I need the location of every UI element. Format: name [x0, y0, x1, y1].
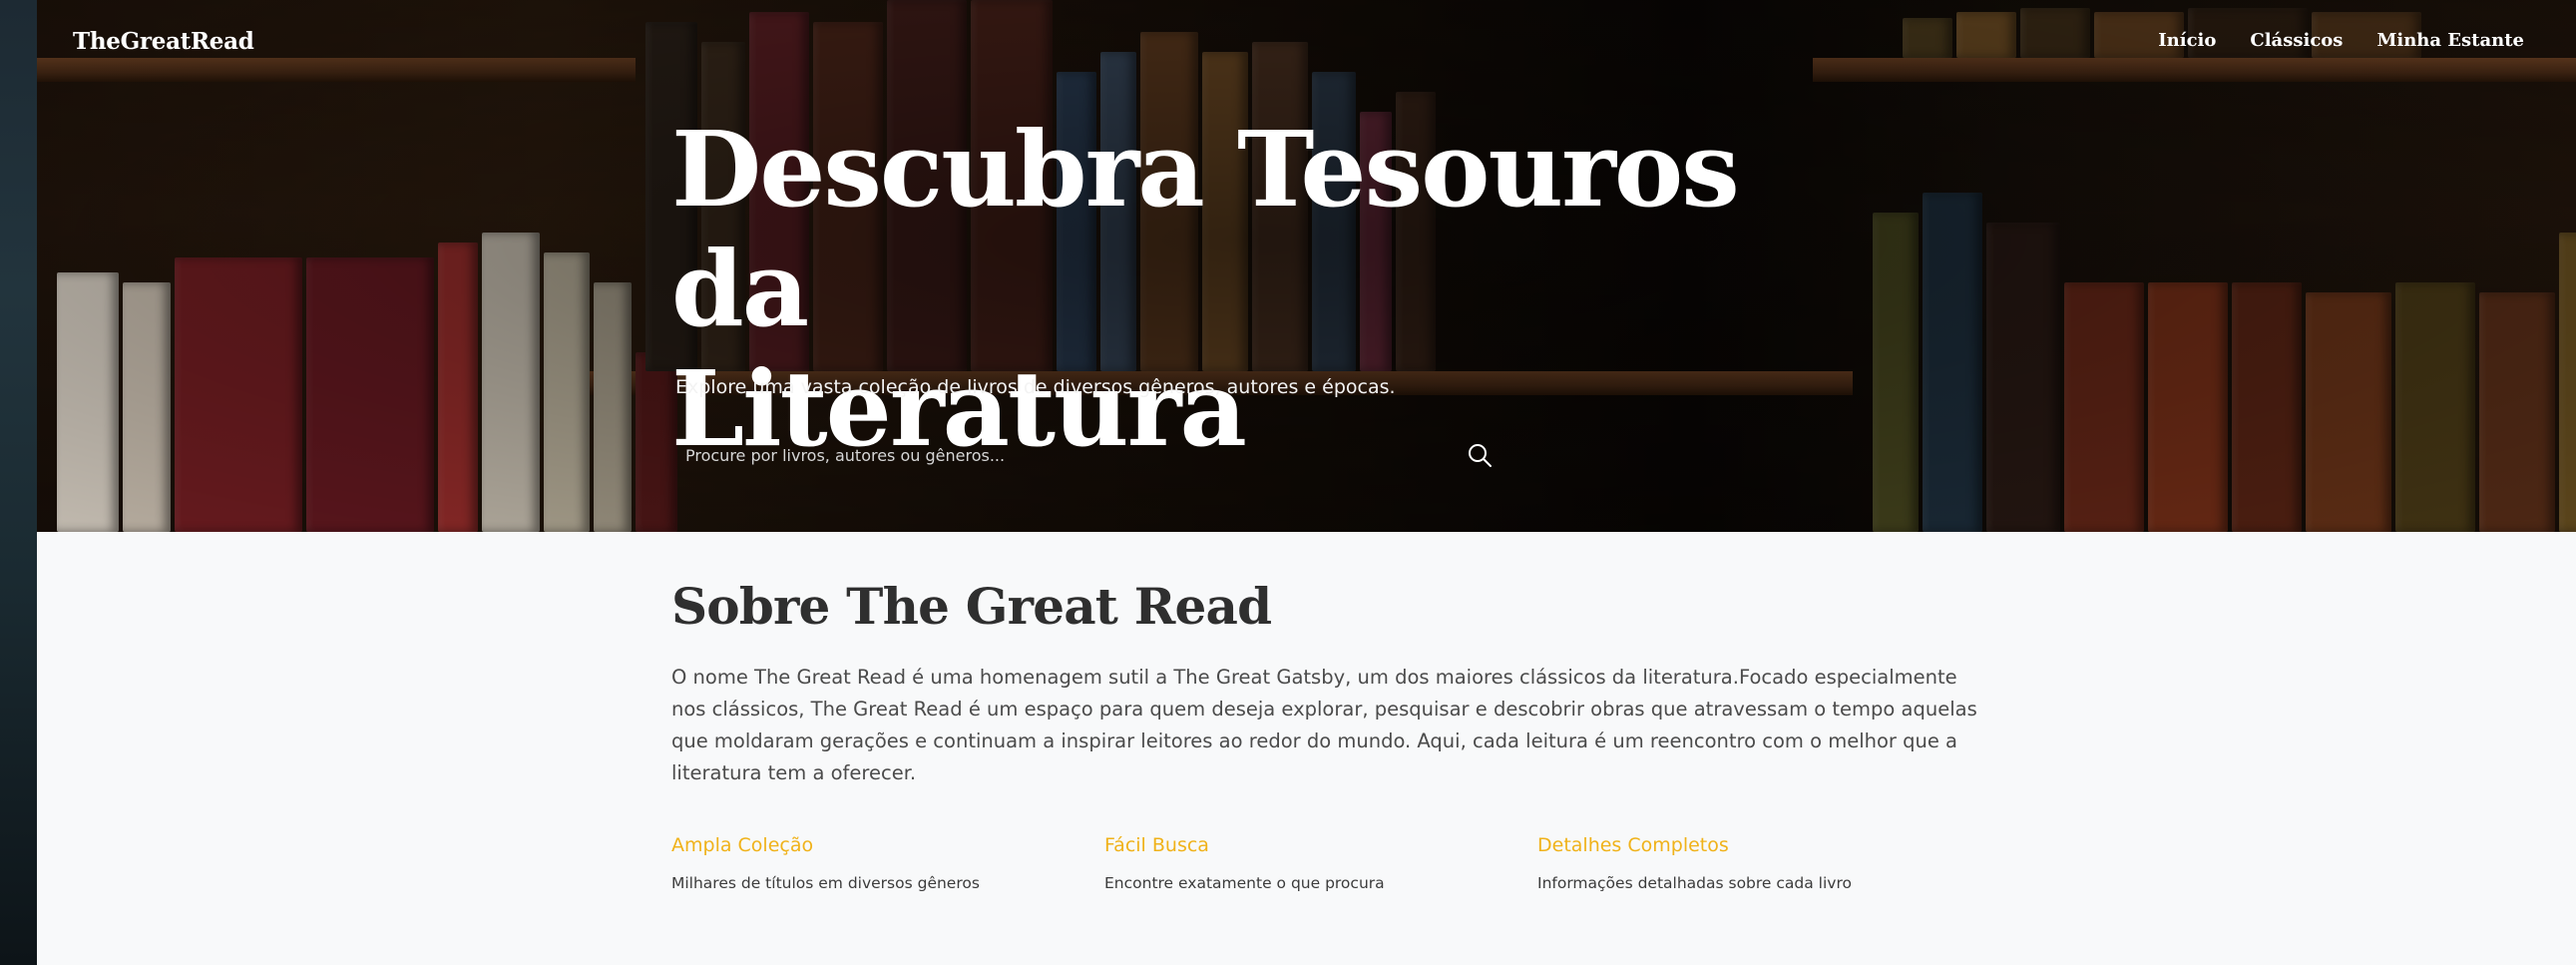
nav-link-minha-estante[interactable]: Minha Estante	[2376, 30, 2524, 51]
about-description: O nome The Great Read é uma homenagem su…	[671, 666, 1977, 784]
page: TheGreatRead Início Clássicos Minha Esta…	[37, 0, 2576, 965]
left-background-strip	[0, 0, 37, 965]
feature-description: Informações detalhadas sobre cada livro	[1537, 874, 1852, 892]
feature-description: Milhares de títulos em diversos gêneros	[671, 874, 980, 892]
nav-link-inicio[interactable]: Início	[2158, 30, 2216, 51]
hero-title-line-1: Descubra Tesouros da	[671, 108, 1740, 350]
feature-title: Fácil Busca	[1104, 834, 1209, 856]
feature-title: Detalhes Completos	[1537, 834, 1729, 856]
feature-description: Encontre exatamente o que procura	[1104, 874, 1385, 892]
search-bar	[671, 431, 1503, 479]
brand-logo[interactable]: TheGreatRead	[73, 28, 254, 55]
hero-title: Descubra Tesouros da Literatura	[671, 110, 1869, 469]
main-nav: Início Clássicos Minha Estante	[2158, 30, 2524, 51]
feature-item: Fácil Busca Encontre exatamente o que pr…	[1104, 834, 1537, 892]
hero-subtitle: Explore uma vasta coleção de livros de d…	[675, 376, 1396, 398]
about-title: Sobre The Great Read	[671, 577, 1272, 636]
search-input[interactable]	[671, 431, 1456, 479]
hero-section: TheGreatRead Início Clássicos Minha Esta…	[37, 0, 2576, 532]
search-icon	[1469, 444, 1492, 467]
features-list: Ampla Coleção Milhares de títulos em div…	[671, 834, 1978, 892]
feature-title: Ampla Coleção	[671, 834, 814, 856]
feature-item: Detalhes Completos Informações detalhada…	[1537, 834, 1970, 892]
feature-item: Ampla Coleção Milhares de títulos em div…	[671, 834, 1104, 892]
search-button[interactable]	[1456, 431, 1503, 479]
nav-link-classicos[interactable]: Clássicos	[2250, 30, 2343, 51]
